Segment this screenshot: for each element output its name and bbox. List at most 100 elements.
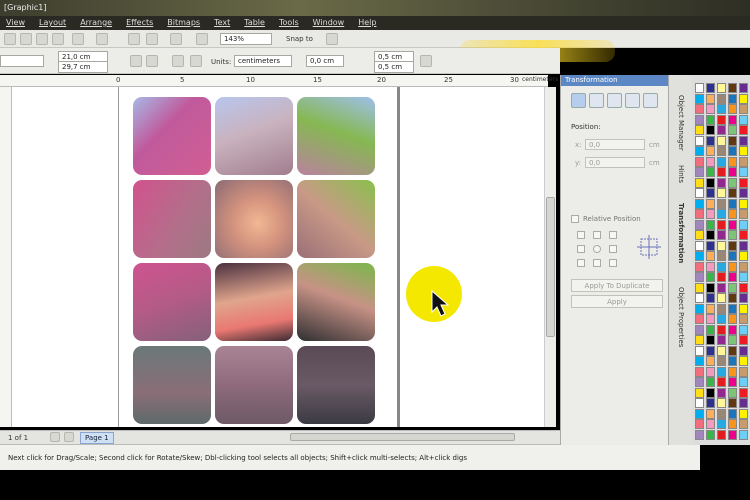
color-swatch[interactable] [717, 303, 726, 314]
color-swatch[interactable] [728, 83, 737, 93]
color-swatch[interactable] [695, 198, 704, 209]
color-swatch[interactable] [695, 356, 704, 366]
all-pages-icon[interactable] [172, 55, 184, 67]
color-swatch[interactable] [695, 251, 704, 261]
color-swatch[interactable] [717, 146, 726, 156]
color-swatch[interactable] [706, 408, 715, 419]
tile-r3c1[interactable] [133, 263, 211, 341]
position-mode-icon[interactable] [571, 93, 586, 108]
color-swatch[interactable] [717, 83, 726, 93]
color-swatch[interactable] [717, 398, 726, 408]
color-swatch[interactable] [706, 282, 715, 293]
portrait-icon[interactable] [130, 55, 142, 67]
color-swatch[interactable] [695, 272, 704, 282]
snap-to-button[interactable]: Snap to [286, 35, 313, 43]
color-swatch[interactable] [717, 387, 726, 398]
color-swatch[interactable] [728, 188, 737, 198]
menu-arrange[interactable]: Arrange [80, 18, 112, 28]
color-swatch[interactable] [739, 282, 748, 293]
add-page-icon[interactable] [64, 432, 74, 442]
tile-r4c2[interactable] [215, 346, 293, 424]
color-swatch[interactable] [739, 408, 748, 419]
color-swatch[interactable] [695, 156, 704, 167]
color-swatch[interactable] [717, 177, 726, 188]
save-icon[interactable] [196, 33, 208, 45]
color-swatch[interactable] [739, 345, 748, 356]
color-swatch[interactable] [695, 335, 704, 345]
color-swatch[interactable] [728, 230, 737, 240]
color-swatch[interactable] [717, 366, 726, 377]
color-swatch[interactable] [739, 429, 748, 440]
color-swatch[interactable] [695, 261, 704, 272]
menu-tools[interactable]: Tools [279, 18, 299, 28]
tile-r4c1[interactable] [133, 346, 211, 424]
color-swatch[interactable] [695, 387, 704, 398]
paste-icon[interactable] [52, 33, 64, 45]
anchor-center[interactable] [593, 245, 601, 253]
zoom-level-select[interactable]: 143% [220, 33, 272, 45]
color-swatch[interactable] [717, 324, 726, 335]
color-swatch[interactable] [728, 114, 737, 125]
color-swatch[interactable] [728, 293, 737, 303]
color-swatch[interactable] [695, 377, 704, 387]
color-swatch[interactable] [717, 419, 726, 429]
color-swatch[interactable] [728, 335, 737, 345]
menu-table[interactable]: Table [244, 18, 265, 28]
landscape-icon[interactable] [146, 55, 158, 67]
color-swatch[interactable] [695, 345, 704, 356]
color-swatch[interactable] [728, 419, 737, 429]
duplicate-y-field[interactable]: 0,5 cm [374, 61, 414, 73]
color-swatch[interactable] [695, 303, 704, 314]
color-swatch[interactable] [717, 272, 726, 282]
color-swatch[interactable] [717, 188, 726, 198]
color-swatch[interactable] [728, 104, 737, 114]
color-swatch[interactable] [739, 177, 748, 188]
color-swatch[interactable] [706, 429, 715, 440]
size-mode-icon[interactable] [625, 93, 640, 108]
undo-icon[interactable] [72, 33, 84, 45]
color-swatch[interactable] [706, 345, 715, 356]
color-swatch[interactable] [717, 282, 726, 293]
menu-layout[interactable]: Layout [39, 18, 66, 28]
anchor-top-left[interactable] [577, 231, 585, 239]
color-swatch[interactable] [717, 156, 726, 167]
x-position-field[interactable]: 0,0 [585, 139, 645, 150]
color-swatch[interactable] [739, 335, 748, 345]
menu-window[interactable]: Window [313, 18, 345, 28]
color-swatch[interactable] [717, 345, 726, 356]
color-swatch[interactable] [706, 366, 715, 377]
color-swatch[interactable] [706, 146, 715, 156]
color-swatch[interactable] [706, 419, 715, 429]
color-swatch[interactable] [728, 251, 737, 261]
color-swatch[interactable] [706, 93, 715, 104]
color-swatch[interactable] [728, 398, 737, 408]
color-swatch[interactable] [739, 303, 748, 314]
tab-object-properties[interactable]: Object Properties [677, 287, 685, 347]
color-swatch[interactable] [706, 240, 715, 251]
color-swatch[interactable] [706, 293, 715, 303]
tile-r3c3[interactable] [297, 263, 375, 341]
color-swatch[interactable] [728, 167, 737, 177]
units-select[interactable]: centimeters [234, 55, 292, 67]
color-swatch[interactable] [739, 314, 748, 324]
color-swatch[interactable] [695, 188, 704, 198]
prev-page-icon[interactable] [50, 432, 60, 442]
menu-help[interactable]: Help [358, 18, 376, 28]
anchor-bottom-center[interactable] [593, 259, 601, 267]
color-swatch[interactable] [728, 135, 737, 146]
color-swatch[interactable] [706, 387, 715, 398]
tile-r4c3[interactable] [297, 346, 375, 424]
color-swatch[interactable] [695, 230, 704, 240]
menu-view[interactable]: View [6, 18, 25, 28]
color-swatch[interactable] [706, 261, 715, 272]
copy-icon[interactable] [36, 33, 48, 45]
color-swatch[interactable] [706, 125, 715, 135]
tile-r3c2[interactable] [215, 263, 293, 341]
color-swatch[interactable] [717, 261, 726, 272]
color-swatch[interactable] [717, 429, 726, 440]
color-swatch[interactable] [728, 314, 737, 324]
page-height-field[interactable]: 29,7 cm [58, 61, 108, 73]
color-swatch[interactable] [739, 114, 748, 125]
import-icon[interactable] [128, 33, 140, 45]
color-swatch[interactable] [728, 366, 737, 377]
